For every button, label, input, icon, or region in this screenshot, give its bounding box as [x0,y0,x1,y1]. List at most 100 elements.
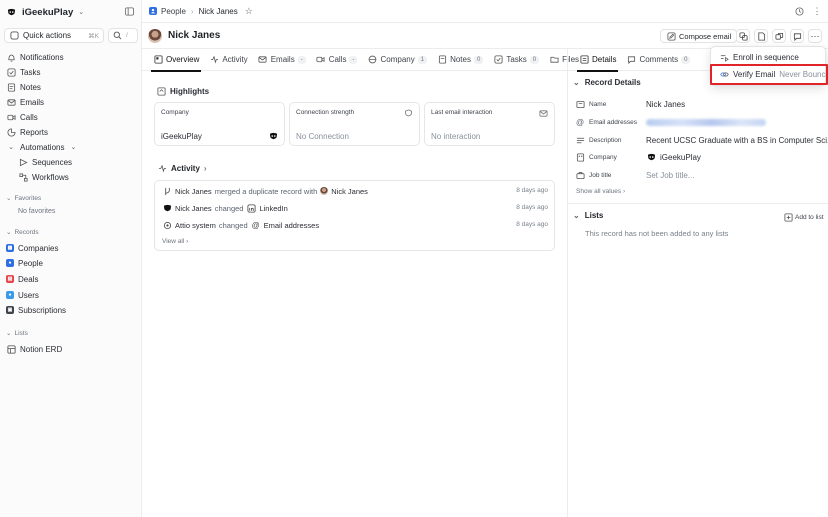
sidebar-toggle-icon[interactable] [124,6,134,16]
tab-overview[interactable]: Overview [148,49,204,72]
sidebar-item-subscriptions[interactable]: ▣ Subscriptions [6,303,66,317]
add-to-list-button[interactable]: Add to list [783,212,824,222]
sidebar-item-deals[interactable]: ▤ Deals [6,272,38,286]
compose-email-button[interactable]: Compose email [660,29,738,43]
sidebar-item-emails[interactable]: Emails [6,95,44,109]
field-value-job-title[interactable]: Set Job title... [646,169,694,181]
briefcase-icon [575,170,585,180]
sync-button[interactable] [772,29,786,43]
workspace-switcher[interactable]: iGeekuPlay ⌄ [6,4,84,20]
comment-icon [626,55,636,65]
at-sign-icon: @ [251,220,260,230]
comment-button[interactable] [790,29,804,43]
field-value-description[interactable]: Recent UCSC Graduate with a BS in Comput… [646,134,828,146]
activity-actor: Nick Janes [175,203,212,213]
sidebar-item-notion-erd[interactable]: Notion ERD [6,342,62,356]
more-actions-button[interactable]: ⋯ [808,29,822,43]
deals-icon: ▤ [6,275,14,283]
sidebar-item-automations[interactable]: ⌄ Automations ⌄ [6,140,78,154]
sidebar-item-notes[interactable]: Notes [6,80,41,94]
activity-title[interactable]: Activity › [157,163,207,173]
sidebar-item-calls[interactable]: Calls [6,110,38,124]
activity-icon [209,55,219,65]
record-tabs: Overview Activity Emails - Calls - Compa… [142,49,579,72]
help-icon[interactable] [794,6,804,16]
card-label: Company [161,109,189,116]
breadcrumb-object[interactable]: People [161,7,186,16]
top-right-actions: ⋮ [794,6,822,16]
favorites-section-toggle[interactable]: ⌄ Favorites [6,192,41,204]
chevron-right-icon: › [622,188,626,195]
sidebar-item-people[interactable]: ● People [6,256,43,270]
chevron-right-icon: › [186,238,189,245]
menu-item-enroll-sequence[interactable]: Enroll in sequence [719,51,799,64]
view-all-link[interactable]: View all › [162,238,188,245]
tab-calls[interactable]: Calls - [311,49,363,71]
activity-row[interactable]: Nick Janes changed LinkedIn [162,202,288,214]
activity-row[interactable]: Nick Janes merged a duplicate record wit… [162,185,368,197]
checkbox-icon [6,67,16,77]
field-value-company[interactable]: iGeekuPlay [646,151,701,163]
system-gear-icon [162,220,172,230]
tab-label: Tasks [506,55,527,64]
sidebar-item-reports[interactable]: Reports [6,125,48,139]
tab-count: 0 [473,55,484,64]
chevron-down-icon: ⌄ [78,9,85,16]
tab-label: Emails [270,55,295,64]
star-icon[interactable]: ☆ [245,6,253,17]
record-details-toggle[interactable]: ⌄ Record Details [573,78,641,87]
tab-activity[interactable]: Activity [204,49,252,71]
sidebar-item-users[interactable]: ● Users [6,288,39,302]
sidebar-item-label: Calls [20,112,38,122]
subscriptions-icon: ▣ [6,306,14,314]
merge-button[interactable] [736,29,750,43]
user-logo-icon [162,203,172,213]
card-label: Connection strength [296,109,355,116]
activity-row[interactable]: Attio system changed @ Email addresses [162,219,319,231]
comment-icon [792,31,802,41]
tab-details[interactable]: Details [574,49,621,72]
company-logo-icon [646,152,656,162]
sidebar-item-label: Notifications [20,52,64,62]
quick-actions-button[interactable]: Quick actions ⌘K [4,28,104,43]
add-list-icon [783,212,793,222]
tab-company[interactable]: Company 1 [362,49,432,71]
lists-toggle[interactable]: ⌄ Lists [573,211,603,220]
chevron-down-icon: ⌄ [573,78,580,87]
tab-label: Details [592,55,617,64]
tab-tasks[interactable]: Tasks 0 [488,49,544,71]
records-section-toggle[interactable]: ⌄ Records [6,226,39,238]
highlights-icon [156,86,166,96]
company-logo-icon [268,131,278,141]
lists-section-toggle[interactable]: ⌄ Lists [6,327,28,339]
tab-label: Calls [328,55,347,64]
activity-target: LinkedIn [259,203,288,213]
shield-icon [403,108,413,118]
field-value-email[interactable] [646,116,766,128]
avatar [148,29,162,43]
field-value-name[interactable]: Nick Janes [646,98,685,110]
highlights-label: Highlights [170,86,210,96]
sidebar-item-workflows[interactable]: Workflows [18,170,69,184]
sidebar-item-label: Sequences [32,157,73,167]
sidebar-item-tasks[interactable]: Tasks [6,65,40,79]
search-button[interactable]: / [108,28,138,43]
document-button[interactable] [754,29,768,43]
tab-emails[interactable]: Emails - [253,49,311,71]
sidebar-item-notifications[interactable]: Notifications [6,50,64,64]
add-to-list-label: Add to list [795,213,824,221]
highlight-card-company[interactable]: Company iGeekuPlay [154,102,285,146]
sidebar-item-sequences[interactable]: Sequences [18,155,72,169]
tab-comments[interactable]: Comments 0 [621,49,695,71]
highlight-card-last-email[interactable]: Last email interaction No interaction [424,102,555,146]
field-label-email: @ Email addresses [575,117,638,127]
sidebar-item-label: Notes [20,82,41,92]
more-vertical-icon[interactable]: ⋮ [812,6,822,16]
tab-notes[interactable]: Notes 0 [432,49,488,71]
highlight-card-connection[interactable]: Connection strength No Connection [289,102,420,146]
sidebar-item-label: Users [18,290,39,300]
activity-date: 8 days ago [516,204,548,211]
sidebar-item-companies[interactable]: ▦ Companies [6,241,58,255]
mail-icon [6,97,16,107]
show-all-values-link[interactable]: Show all values › [576,188,625,195]
